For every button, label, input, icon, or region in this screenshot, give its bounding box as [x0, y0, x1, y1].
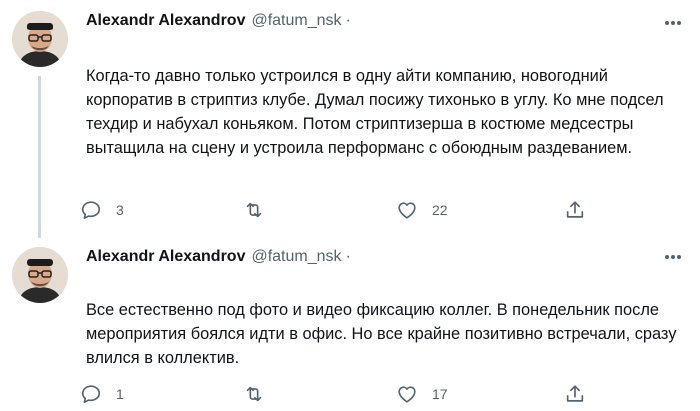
reply-button[interactable]: 1 — [80, 380, 124, 408]
more-options-button[interactable] — [658, 8, 688, 38]
avatar[interactable] — [12, 247, 68, 303]
share-button[interactable] — [564, 380, 586, 408]
tweet[interactable]: Alexandr Alexandrov @fatum_nsk · Когда-т… — [0, 0, 700, 238]
header-separator: · — [345, 248, 351, 265]
heart-icon — [398, 386, 416, 403]
tweet-header: Alexandr Alexandrov @fatum_nsk · — [86, 246, 351, 268]
tweet-text: Все естественно под фото и видео фиксаци… — [86, 301, 677, 367]
avatar-photo — [12, 247, 68, 303]
share-icon — [566, 385, 584, 402]
tweet-actions: 3 22 — [80, 196, 600, 224]
reply-count: 3 — [116, 202, 124, 218]
retweet-icon — [246, 202, 262, 218]
like-button[interactable]: 22 — [396, 196, 448, 224]
avatar[interactable] — [12, 11, 68, 67]
more-dots-icon — [665, 21, 681, 25]
retweet-icon — [246, 386, 262, 402]
more-dots-icon — [665, 255, 681, 259]
reply-icon — [81, 201, 101, 220]
header-separator: · — [345, 12, 351, 29]
heart-icon — [398, 202, 416, 219]
like-button[interactable]: 17 — [396, 380, 448, 408]
like-count: 17 — [432, 386, 448, 402]
tweet-actions: 1 17 — [80, 380, 600, 408]
retweet-button[interactable] — [243, 380, 279, 408]
retweet-button[interactable] — [243, 196, 279, 224]
author-handle[interactable]: @fatum_nsk — [251, 12, 341, 30]
tweet-text: Когда-то давно только устроился в одну а… — [86, 67, 664, 157]
more-options-button[interactable] — [658, 242, 688, 272]
tweet-header: Alexandr Alexandrov @fatum_nsk · — [86, 10, 351, 32]
thread-connector-line — [38, 76, 41, 238]
reply-icon — [81, 385, 101, 404]
share-icon — [566, 201, 584, 218]
reply-count: 1 — [116, 386, 124, 402]
tweet[interactable]: Alexandr Alexandrov @fatum_nsk · Все ест… — [0, 234, 700, 411]
author-name[interactable]: Alexandr Alexandrov — [86, 12, 245, 30]
reply-button[interactable]: 3 — [80, 196, 124, 224]
avatar-photo — [12, 11, 68, 67]
author-handle[interactable]: @fatum_nsk — [251, 248, 341, 266]
like-count: 22 — [432, 202, 448, 218]
author-name[interactable]: Alexandr Alexandrov — [86, 248, 245, 266]
share-button[interactable] — [564, 196, 586, 224]
